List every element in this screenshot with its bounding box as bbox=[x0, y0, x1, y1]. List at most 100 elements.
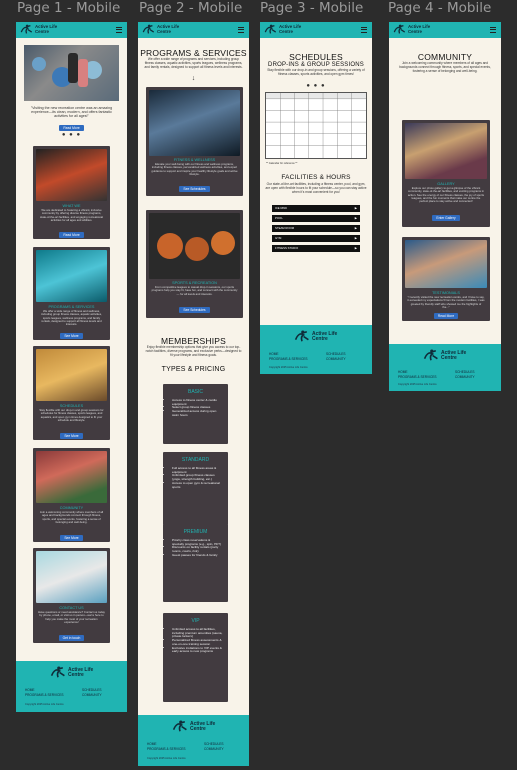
down-arrow-icon[interactable]: ↓ bbox=[138, 75, 249, 82]
tier-basic-name: BASIC bbox=[187, 389, 203, 395]
footer-link-community[interactable]: COMMUNITY bbox=[455, 375, 475, 379]
hamburger-menu-icon[interactable] bbox=[238, 27, 244, 34]
site-footer: Active Life Centre HOME PROGRAMS & SERVIC… bbox=[16, 661, 127, 712]
site-header: Active Life Centre bbox=[138, 22, 249, 38]
footer-link-home[interactable]: HOME bbox=[269, 352, 279, 356]
programs-intro: We offer a wide range of programs and se… bbox=[144, 57, 243, 69]
about-image bbox=[36, 149, 107, 201]
tier-premium-item: Guest passes for friends & family bbox=[172, 553, 223, 558]
logo[interactable]: Active Life Centre bbox=[264, 24, 301, 35]
footer-copyright: Copyright 2025 Active Life Centre bbox=[25, 703, 64, 706]
footer-logo[interactable]: Active Life Centre bbox=[172, 720, 215, 733]
footer-logo-line2: Centre bbox=[312, 335, 328, 342]
logo-line2: Centre bbox=[157, 28, 171, 34]
footer-link-community[interactable]: COMMUNITY bbox=[326, 357, 346, 361]
types-title: TYPES & PRICING bbox=[161, 366, 226, 373]
footer-link-programs[interactable]: PROGRAMS & SERVICES bbox=[25, 693, 64, 697]
footer-link-programs[interactable]: PROGRAMS & SERVICES bbox=[398, 375, 437, 379]
schedules-intro: Stay flexible with our drop-in and group… bbox=[267, 68, 365, 76]
footer-link-schedules[interactable]: SCHEDULES bbox=[204, 742, 224, 746]
carousel-dots[interactable]: ● ● ● bbox=[260, 83, 372, 89]
facility-ice-rink[interactable]: ICE RINK bbox=[272, 205, 360, 212]
testimonials-card-text: "I recently visited the new recreation c… bbox=[407, 295, 485, 309]
tier-standard[interactable]: STANDARD Full access to all fitness area… bbox=[163, 452, 228, 525]
logo-figure-icon bbox=[142, 24, 155, 34]
tier-vip[interactable]: VIP Unlimited access to all facilities, … bbox=[163, 613, 228, 702]
facility-steam-room[interactable]: STEAM ROOM bbox=[272, 225, 360, 232]
testimonial-image bbox=[405, 240, 487, 288]
page-label-2: Page 2 - Mobile bbox=[139, 0, 243, 16]
community-card: COMMUNITY Join a welcoming community whe… bbox=[33, 448, 110, 542]
logo[interactable]: Active Life Centre bbox=[20, 24, 57, 35]
tier-premium-name: PREMIUM bbox=[183, 529, 208, 535]
carousel-dots[interactable]: ● ● ● bbox=[16, 132, 127, 138]
logo[interactable]: Active Life Centre bbox=[142, 24, 179, 35]
footer-link-home[interactable]: HOME bbox=[147, 742, 157, 746]
footer-logo[interactable]: Active Life Centre bbox=[294, 330, 337, 343]
memberships-text: Enjoy flexible membership options that g… bbox=[145, 345, 242, 357]
gallery-card: GALLERY Explore our photo gallery to get… bbox=[402, 120, 490, 227]
footer-link-home[interactable]: HOME bbox=[25, 688, 35, 692]
sports-image bbox=[149, 213, 240, 279]
site-footer: Active Life Centre HOME PROGRAMS & SERVIC… bbox=[389, 344, 501, 391]
hamburger-menu-icon[interactable] bbox=[490, 27, 496, 34]
footer-logo-line2: Centre bbox=[190, 725, 206, 732]
footer-copyright: Copyright 2025 Active Life Centre bbox=[147, 757, 186, 760]
community-see-more-button[interactable]: See More bbox=[60, 535, 83, 541]
page1-frame: Active Life Centre "Visiting the new recr… bbox=[16, 22, 127, 712]
about-read-more-button[interactable]: Read More bbox=[59, 232, 84, 238]
schedules-see-more-button[interactable]: See More bbox=[60, 433, 83, 439]
page2-frame: Active Life Centre PROGRAMS & SERVICES We… bbox=[138, 22, 249, 766]
calendar-note: ** Calendar for reference ** bbox=[266, 162, 298, 165]
footer-link-schedules[interactable]: SCHEDULES bbox=[326, 352, 346, 356]
facilities-text: Our state-of-the-art facilities, includi… bbox=[265, 182, 367, 194]
footer-link-programs[interactable]: PROGRAMS & SERVICES bbox=[269, 357, 308, 361]
footer-link-schedules[interactable]: SCHEDULES bbox=[455, 370, 475, 374]
footer-logo-icon bbox=[50, 666, 65, 678]
footer-logo-icon bbox=[172, 720, 187, 732]
footer-copyright: Copyright 2025 Active Life Centre bbox=[269, 366, 308, 369]
footer-link-home[interactable]: HOME bbox=[398, 370, 408, 374]
footer-link-programs[interactable]: PROGRAMS & SERVICES bbox=[147, 747, 186, 751]
footer-copyright: Copyright 2025 Active Life Centre bbox=[398, 383, 437, 386]
facility-gym[interactable]: GYM bbox=[272, 235, 360, 242]
page-label-1: Page 1 - Mobile bbox=[17, 0, 121, 16]
sports-see-schedules-button[interactable]: See Schedules bbox=[179, 307, 210, 313]
enter-gallery-button[interactable]: Enter Gallery bbox=[432, 215, 460, 221]
footer-logo-icon bbox=[423, 349, 438, 361]
footer-logo-line2: Centre bbox=[441, 354, 457, 361]
schedules-image bbox=[36, 349, 107, 401]
fitness-see-schedules-button[interactable]: See Schedules bbox=[179, 186, 210, 192]
testimonial-read-more-button[interactable]: Read More bbox=[433, 313, 459, 319]
tier-vip-name: VIP bbox=[191, 618, 200, 624]
tier-premium[interactable]: PREMIUM Priority class reservations & sp… bbox=[163, 524, 228, 602]
about-card: WHAT WE We are dedicated to fostering a … bbox=[33, 146, 110, 239]
footer-link-community[interactable]: COMMUNITY bbox=[204, 747, 224, 751]
footer-logo[interactable]: Active Life Centre bbox=[50, 666, 93, 679]
logo[interactable]: Active Life Centre bbox=[393, 24, 430, 35]
fitness-image bbox=[149, 90, 240, 156]
programs-card-text: We offer a wide range of fitness and wel… bbox=[41, 309, 102, 327]
facility-fitness-studio[interactable]: FITNESS STUDIO bbox=[272, 245, 360, 252]
about-card-text: We are dedicated to fostering a vibrant,… bbox=[40, 208, 103, 222]
tier-basic-item: Generalized access during open swim hour… bbox=[172, 409, 223, 417]
logo-line2: Centre bbox=[408, 28, 422, 34]
programs-card: PROGRAMS & SERVICES We offer a wide rang… bbox=[33, 247, 110, 340]
footer-logo[interactable]: Active Life Centre bbox=[423, 349, 466, 362]
gallery-image bbox=[405, 123, 487, 179]
footer-link-schedules[interactable]: SCHEDULES bbox=[82, 688, 102, 692]
tier-basic[interactable]: BASIC Access to fitness center & cardio … bbox=[163, 384, 228, 444]
calendar[interactable] bbox=[265, 92, 367, 159]
facility-pool[interactable]: POOL bbox=[272, 215, 360, 222]
hamburger-menu-icon[interactable] bbox=[116, 27, 122, 34]
logo-figure-icon bbox=[393, 24, 406, 34]
community-image bbox=[36, 451, 107, 503]
contact-get-in-touch-button[interactable]: Get in touch bbox=[58, 635, 85, 641]
programs-see-more-button[interactable]: See More bbox=[60, 333, 83, 339]
schedules-card: SCHEDULES Stay flexible with our drop-in… bbox=[33, 346, 110, 440]
page-label-4: Page 4 - Mobile bbox=[388, 0, 492, 16]
footer-link-community[interactable]: COMMUNITY bbox=[82, 693, 102, 697]
contact-card-text: Have questions or need assistance? Conta… bbox=[38, 610, 105, 624]
quote-read-more-button[interactable]: Read More bbox=[59, 125, 84, 131]
hamburger-menu-icon[interactable] bbox=[361, 27, 367, 34]
